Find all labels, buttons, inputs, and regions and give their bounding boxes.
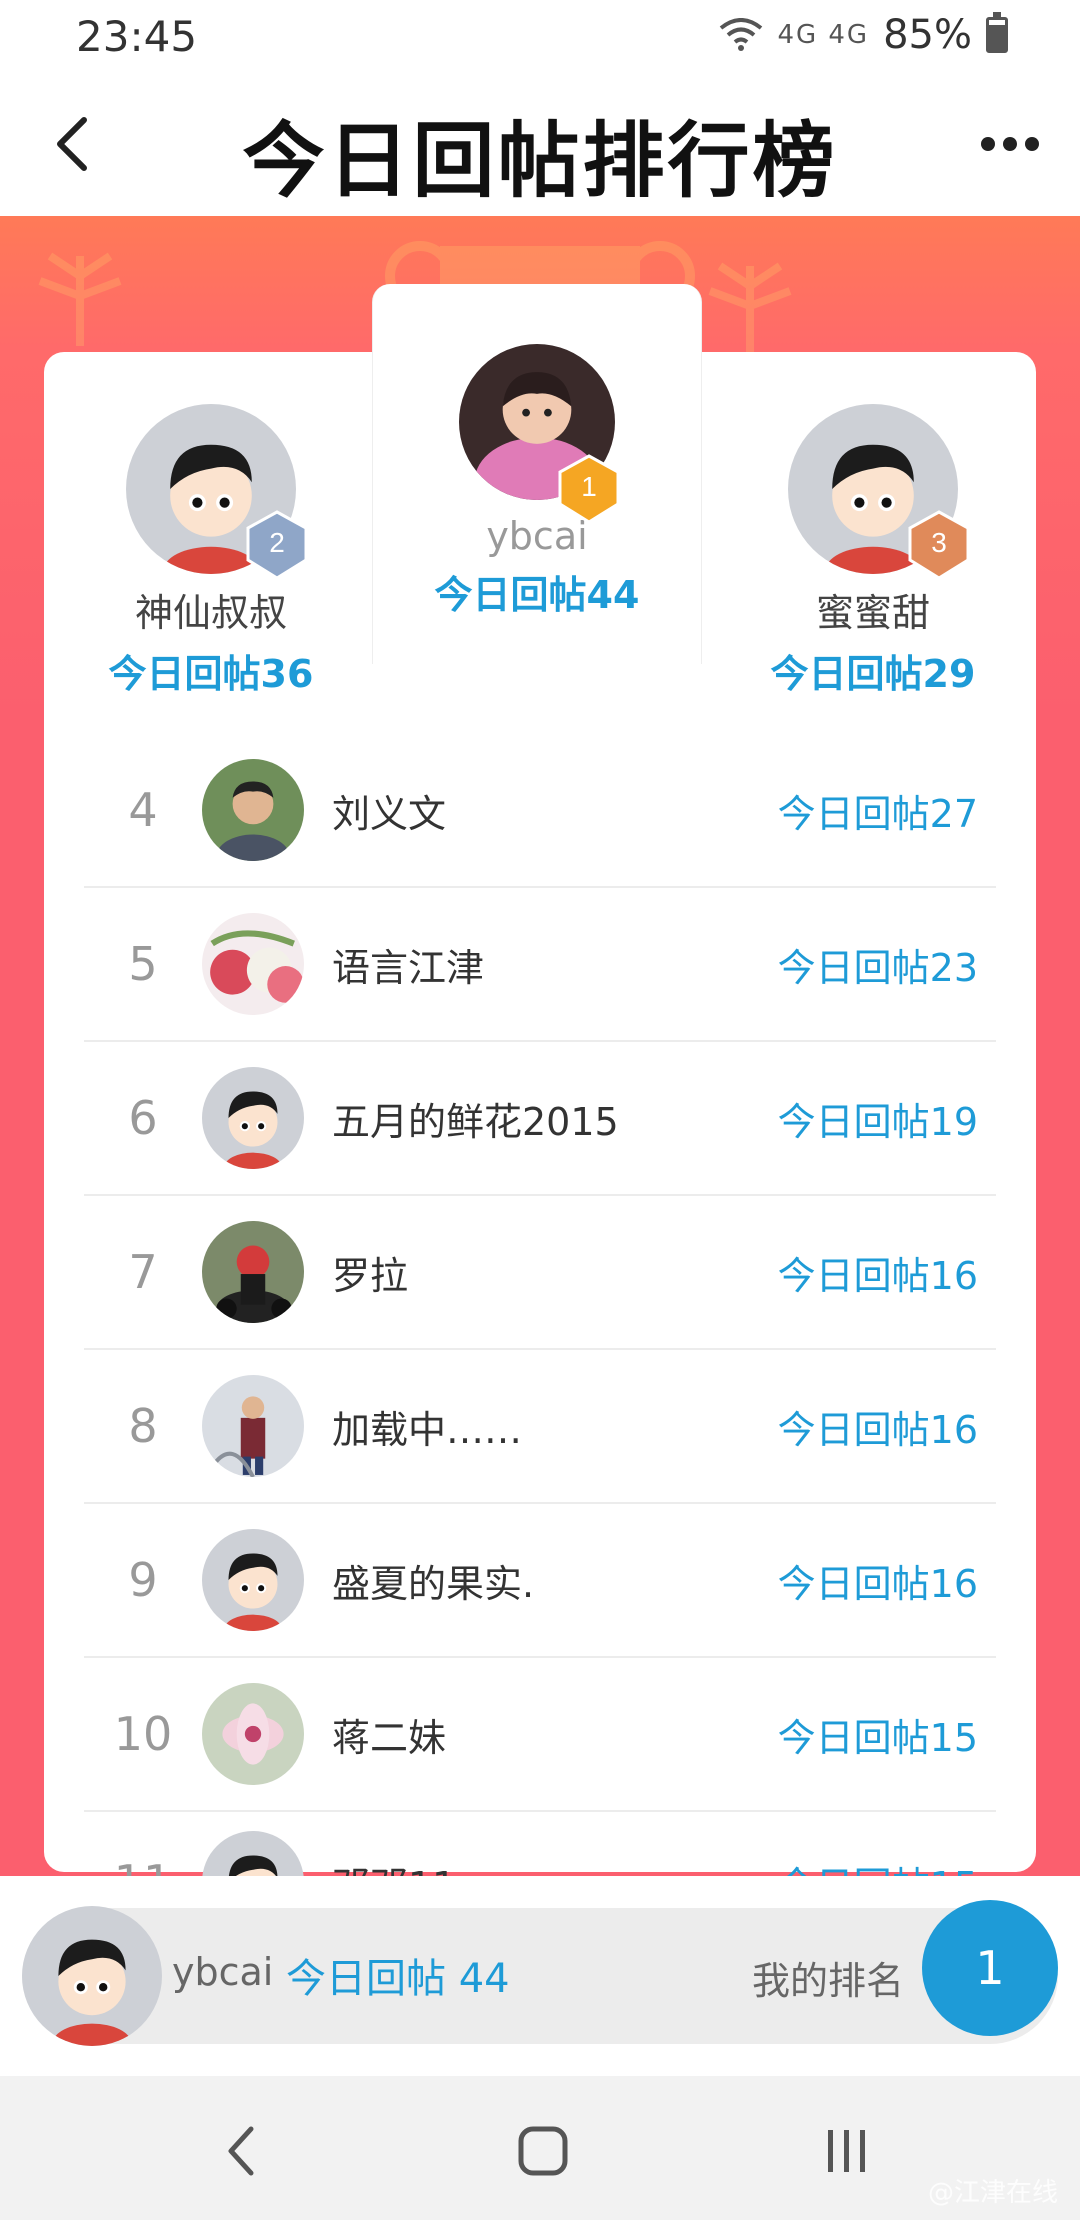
recent-apps-button[interactable] <box>802 2106 892 2196</box>
row-name: 加载中…… <box>332 1407 523 1452</box>
silver-medal-icon: 2 <box>246 510 308 580</box>
status-bar: 23:45 4G 4G 85% <box>0 0 1080 72</box>
row-rank: 5 <box>128 937 158 991</box>
home-button[interactable] <box>498 2106 588 2196</box>
list-item[interactable]: 7 罗拉 今日回帖16 <box>84 1196 996 1350</box>
list-item[interactable]: 4 刘义文 今日回帖27 <box>84 734 996 888</box>
leaf-decor-icon <box>708 262 792 356</box>
signal-icon: 4G 4G <box>777 20 870 50</box>
list-item[interactable]: 6 五月的鲜花2015 今日回帖19 <box>84 1042 996 1196</box>
status-right: 4G 4G 85% <box>719 12 1008 58</box>
avatar <box>202 759 304 861</box>
flower-photo-avatar-icon <box>202 913 304 1015</box>
more-dot-icon <box>981 137 995 151</box>
chevron-left-icon <box>228 2126 254 2176</box>
ranking-list: 4 刘义文 今日回帖27 5 语言江津 今日回帖23 6 五月的鲜花2015 今… <box>84 734 996 1892</box>
row-count: 今日回帖27 <box>777 791 978 836</box>
battery-icon <box>986 12 1008 53</box>
my-count: 今日回帖 44 <box>286 1956 510 2002</box>
page-title: 今日回帖排行榜 <box>242 114 838 209</box>
gold-medal-icon: 1 <box>558 454 620 524</box>
my-rank-bar[interactable]: ybcai 今日回帖 44 我的排名 1 <box>0 1876 1080 2076</box>
row-rank: 8 <box>128 1399 158 1453</box>
more-dot-icon <box>1025 137 1039 151</box>
avatar <box>202 913 304 1015</box>
list-item[interactable]: 9 盛夏的果实. 今日回帖16 <box>84 1504 996 1658</box>
home-square-icon <box>518 2126 568 2176</box>
recent-apps-icon <box>828 2130 865 2172</box>
podium-name: 神仙叔叔 <box>134 591 287 635</box>
list-item[interactable]: 10 蒋二妹 今日回帖15 <box>84 1658 996 1812</box>
system-navigation-bar: @江津在线 <box>0 2076 1080 2220</box>
battery-percent: 85% <box>883 12 972 58</box>
podium-name: 蜜蜜甜 <box>815 591 930 635</box>
wifi-icon <box>720 18 763 51</box>
system-back-button[interactable] <box>196 2106 286 2196</box>
default-avatar-icon <box>202 1067 304 1169</box>
man-photo-avatar-icon <box>202 759 304 861</box>
row-rank: 7 <box>128 1245 158 1299</box>
podium-third[interactable]: 3 蜜蜜甜 今日回帖29 <box>758 404 988 698</box>
status-time: 23:45 <box>76 12 198 61</box>
rider-photo-avatar-icon <box>202 1221 304 1323</box>
nav-bar: 今日回帖排行榜 <box>0 72 1080 216</box>
watermark: @江津在线 <box>927 2178 1058 2208</box>
row-count: 今日回帖15 <box>777 1715 978 1760</box>
rank-number: 3 <box>931 527 947 558</box>
default-avatar-icon <box>22 1906 162 2046</box>
leaf-decor-icon <box>38 252 122 346</box>
podium-count: 今日回帖29 <box>770 652 976 696</box>
row-rank: 4 <box>128 783 158 837</box>
row-name: 语言江津 <box>332 945 485 990</box>
list-item[interactable]: 8 加载中…… 今日回帖16 <box>84 1350 996 1504</box>
row-rank: 9 <box>128 1553 158 1607</box>
row-count: 今日回帖19 <box>777 1099 978 1144</box>
podium-first[interactable]: 1 ybcai 今日回帖44 <box>422 344 652 619</box>
more-dot-icon <box>1003 137 1017 151</box>
my-avatar <box>22 1906 162 2046</box>
bronze-medal-icon: 3 <box>908 510 970 580</box>
avatar <box>202 1683 304 1785</box>
podium-second[interactable]: 2 神仙叔叔 今日回帖36 <box>96 404 326 698</box>
pink-flower-photo-avatar-icon <box>202 1683 304 1785</box>
rank-number: 1 <box>581 471 597 502</box>
podium-count: 今日回帖44 <box>434 573 640 617</box>
my-rank-label: 我的排名 <box>752 1959 905 2003</box>
avatar <box>202 1067 304 1169</box>
avatar <box>202 1529 304 1631</box>
list-item[interactable]: 5 语言江津 今日回帖23 <box>84 888 996 1042</box>
row-name: 五月的鲜花2015 <box>332 1099 619 1144</box>
more-options-button[interactable] <box>968 110 1052 178</box>
row-name: 罗拉 <box>332 1253 409 1298</box>
my-name: ybcai <box>172 1950 274 1994</box>
my-rank-number: 1 <box>922 1900 1058 2036</box>
row-count: 今日回帖16 <box>777 1253 978 1298</box>
podium-count: 今日回帖36 <box>108 652 314 696</box>
row-name: 蒋二妹 <box>332 1715 447 1760</box>
avatar <box>202 1375 304 1477</box>
default-avatar-icon <box>202 1529 304 1631</box>
row-name: 盛夏的果实. <box>332 1561 535 1606</box>
rank-number: 2 <box>269 527 285 558</box>
row-count: 今日回帖23 <box>777 945 978 990</box>
row-rank: 10 <box>113 1707 173 1761</box>
man-standing-photo-avatar-icon <box>202 1375 304 1477</box>
row-count: 今日回帖16 <box>777 1561 978 1606</box>
row-rank: 6 <box>128 1091 158 1145</box>
row-name: 刘义文 <box>332 791 447 836</box>
avatar <box>202 1221 304 1323</box>
row-count: 今日回帖16 <box>777 1407 978 1452</box>
